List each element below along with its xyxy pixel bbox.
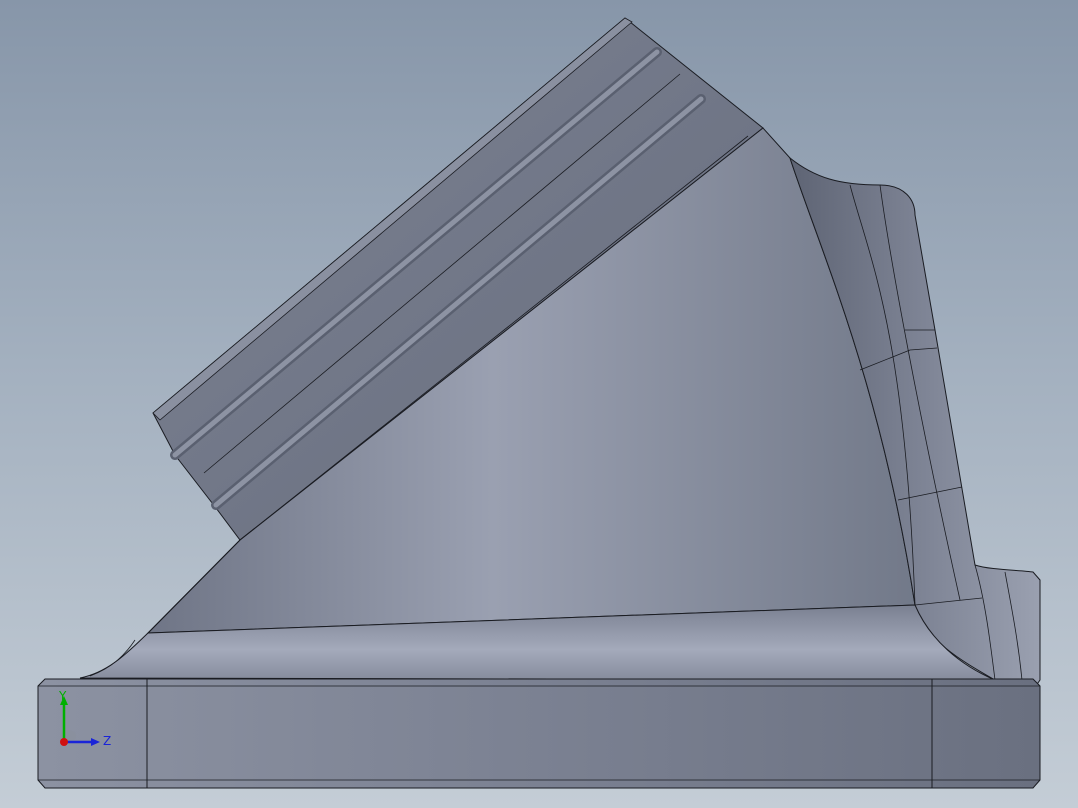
base-plate [37, 678, 1041, 789]
graphics-viewport[interactable]: Y Z [0, 0, 1078, 808]
y-axis-label: Y [58, 689, 67, 703]
3d-model-view[interactable] [0, 0, 1078, 808]
view-orientation-triad: Y Z [58, 689, 111, 748]
x-axis-dot [60, 738, 68, 746]
z-axis-label: Z [103, 734, 111, 748]
